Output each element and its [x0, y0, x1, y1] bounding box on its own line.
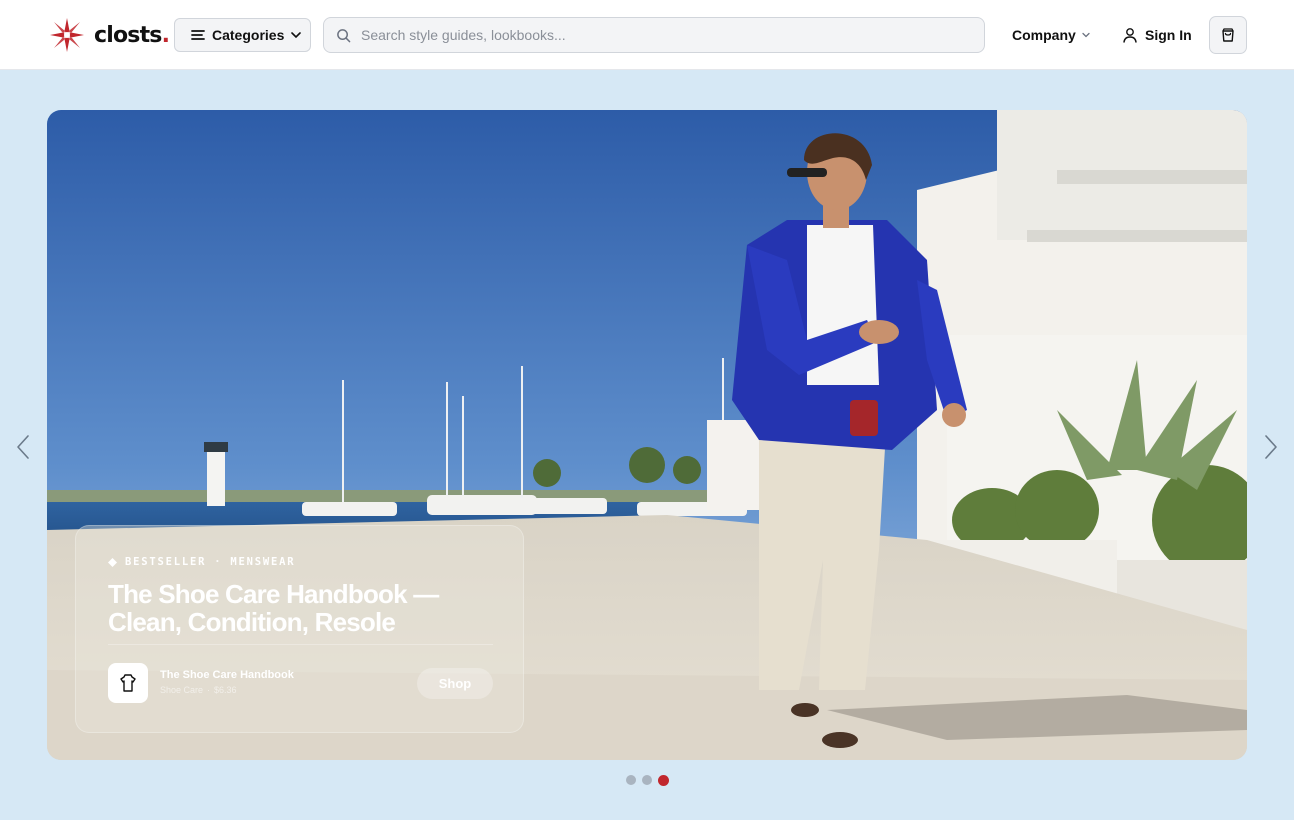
chevron-left-icon: [17, 435, 29, 459]
product-category: Shoe Care: [160, 685, 204, 695]
categories-label: Categories: [212, 27, 285, 43]
kicker-category: MENSWEAR: [230, 556, 296, 568]
chevron-down-icon: [291, 32, 302, 39]
search-icon: [337, 28, 351, 42]
carousel-dots: [626, 774, 669, 786]
product-thumbnail[interactable]: [108, 663, 148, 703]
user-icon: [1123, 28, 1137, 43]
company-menu[interactable]: Company: [1012, 24, 1090, 46]
categories-button[interactable]: Categories: [174, 18, 311, 52]
cart-bag-icon: [1222, 28, 1234, 42]
carousel-next-button[interactable]: [1261, 433, 1281, 461]
hero-kicker: BESTSELLER · MENSWEAR: [108, 556, 295, 568]
shirt-icon: [120, 674, 136, 692]
logo-star-icon: [50, 18, 84, 52]
hero-banner[interactable]: BESTSELLER · MENSWEAR The Shoe Care Hand…: [47, 110, 1247, 760]
product-meta-separator: ·: [207, 685, 211, 695]
cart-button[interactable]: [1209, 16, 1247, 54]
shop-button[interactable]: Shop: [417, 668, 493, 699]
carousel-dot-3[interactable]: [658, 774, 669, 786]
carousel-dot-1[interactable]: [626, 775, 636, 785]
featured-product-card: BESTSELLER · MENSWEAR The Shoe Care Hand…: [75, 525, 524, 733]
search-input[interactable]: [361, 27, 961, 43]
card-divider: [108, 644, 493, 645]
carousel-prev-button[interactable]: [13, 433, 33, 461]
product-price: $6.36: [214, 685, 237, 695]
brand-wordmark: closts.: [94, 22, 170, 48]
search-bar[interactable]: [323, 17, 985, 53]
menu-lines-icon: [191, 30, 205, 40]
brand-logo[interactable]: closts.: [48, 16, 170, 54]
diamond-icon: [108, 557, 117, 567]
sign-in-link[interactable]: Sign In: [1122, 24, 1192, 46]
product-name[interactable]: The Shoe Care Handbook: [160, 669, 294, 681]
chevron-right-icon: [1265, 435, 1277, 459]
kicker-tag: BESTSELLER: [125, 556, 207, 568]
carousel-dot-2[interactable]: [642, 775, 652, 785]
top-nav-bar: closts. Categories Company Sign In: [0, 0, 1294, 70]
product-meta: Shoe Care · $6.36: [160, 685, 237, 695]
hero-title: The Shoe Care Handbook — Clean, Conditio…: [108, 579, 439, 637]
sign-in-label: Sign In: [1145, 27, 1192, 43]
kicker-separator: ·: [214, 556, 223, 568]
chevron-down-icon: [1082, 32, 1090, 38]
company-label: Company: [1012, 27, 1076, 43]
